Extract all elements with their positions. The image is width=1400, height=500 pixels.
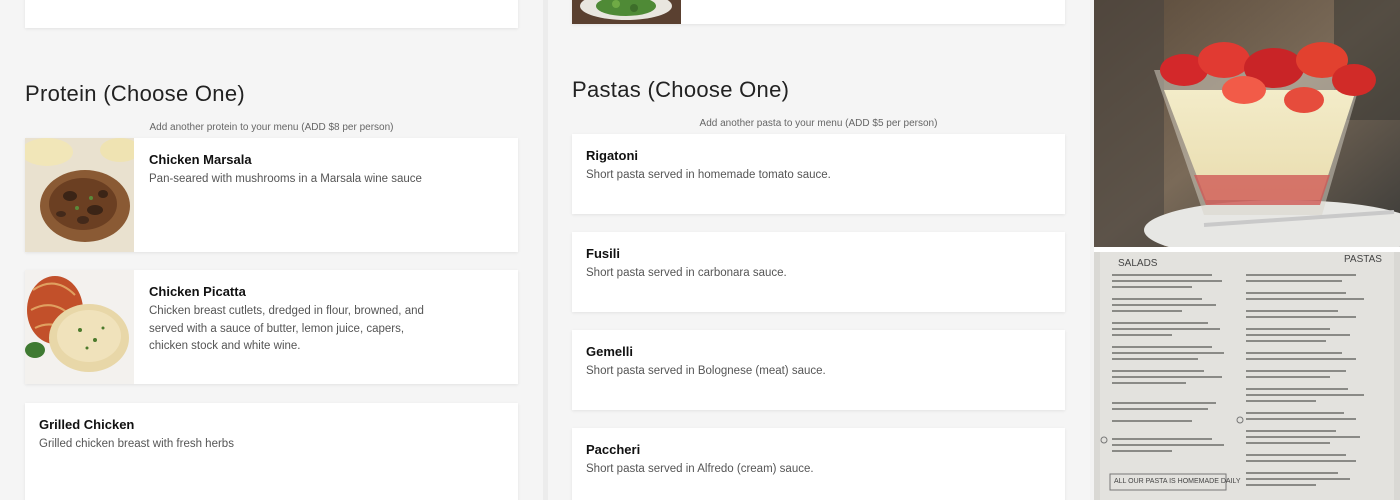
pastas-column: Pastas (Choose One) Add another pasta to… <box>548 0 1090 500</box>
chicken-marsala-desc: Pan-seared with mushrooms in a Marsala w… <box>149 173 422 185</box>
grilled-chicken-desc: Grilled chicken breast with fresh herbs <box>39 438 234 450</box>
protein-card-chicken-marsala[interactable]: Chicken Marsala Pan-seared with mushroom… <box>25 138 518 252</box>
paccheri-desc: Short pasta served in Alfredo (cream) sa… <box>586 463 814 475</box>
menu-photo: SALADS PASTAS ALL OUR PASTA IS HOMEMADE … <box>1094 252 1400 500</box>
protein-section-title: Protein (Choose One) <box>25 81 245 106</box>
printed-menu-image <box>1094 252 1400 500</box>
previous-card <box>25 0 518 28</box>
fusili-desc: Short pasta served in carbonara sauce. <box>586 267 787 279</box>
menu-pastas-heading: PASTAS <box>1344 254 1382 265</box>
rigatoni-name: Rigatoni <box>586 148 638 163</box>
chicken-marsala-image <box>25 138 134 252</box>
dessert-photo <box>1094 0 1400 247</box>
gemelli-desc: Short pasta served in Bolognese (meat) s… <box>586 365 826 377</box>
previous-salad-card <box>572 0 1065 24</box>
pasta-card-paccheri[interactable]: Paccheri Short pasta served in Alfredo (… <box>572 428 1065 500</box>
paccheri-name: Paccheri <box>586 442 641 457</box>
strawberry-dessert-image <box>1094 0 1400 247</box>
gemelli-name: Gemelli <box>586 344 633 359</box>
protein-card-chicken-picatta[interactable]: Chicken Picatta Chicken breast cutlets, … <box>25 270 518 384</box>
pasta-card-rigatoni[interactable]: Rigatoni Short pasta served in homemade … <box>572 134 1065 214</box>
grilled-chicken-name: Grilled Chicken <box>39 417 135 432</box>
fusili-name: Fusili <box>586 246 620 261</box>
pasta-card-gemelli[interactable]: Gemelli Short pasta served in Bolognese … <box>572 330 1065 410</box>
pastas-section-note: Add another pasta to your menu (ADD $5 p… <box>699 118 938 129</box>
photo-column: SALADS PASTAS ALL OUR PASTA IS HOMEMADE … <box>1094 0 1400 500</box>
chicken-picatta-image <box>25 270 134 384</box>
pasta-card-fusili[interactable]: Fusili Short pasta served in carbonara s… <box>572 232 1065 312</box>
menu-salads-heading: SALADS <box>1118 258 1158 269</box>
chicken-picatta-name: Chicken Picatta <box>149 284 246 299</box>
salad-image <box>572 0 681 24</box>
protein-card-grilled-chicken[interactable]: Grilled Chicken Grilled chicken breast w… <box>25 403 518 500</box>
menu-footer-text: ALL OUR PASTA IS HOMEMADE DAILY <box>1114 478 1241 485</box>
protein-column: Protein (Choose One) Add another protein… <box>0 0 543 500</box>
page: Protein (Choose One) Add another protein… <box>0 0 1400 500</box>
pastas-section-title: Pastas (Choose One) <box>572 77 790 102</box>
rigatoni-desc: Short pasta served in homemade tomato sa… <box>586 169 831 181</box>
protein-section-note: Add another protein to your menu (ADD $8… <box>149 122 394 133</box>
chicken-marsala-name: Chicken Marsala <box>149 152 252 167</box>
chicken-picatta-desc: Chicken breast cutlets, dredged in flour… <box>149 305 424 352</box>
